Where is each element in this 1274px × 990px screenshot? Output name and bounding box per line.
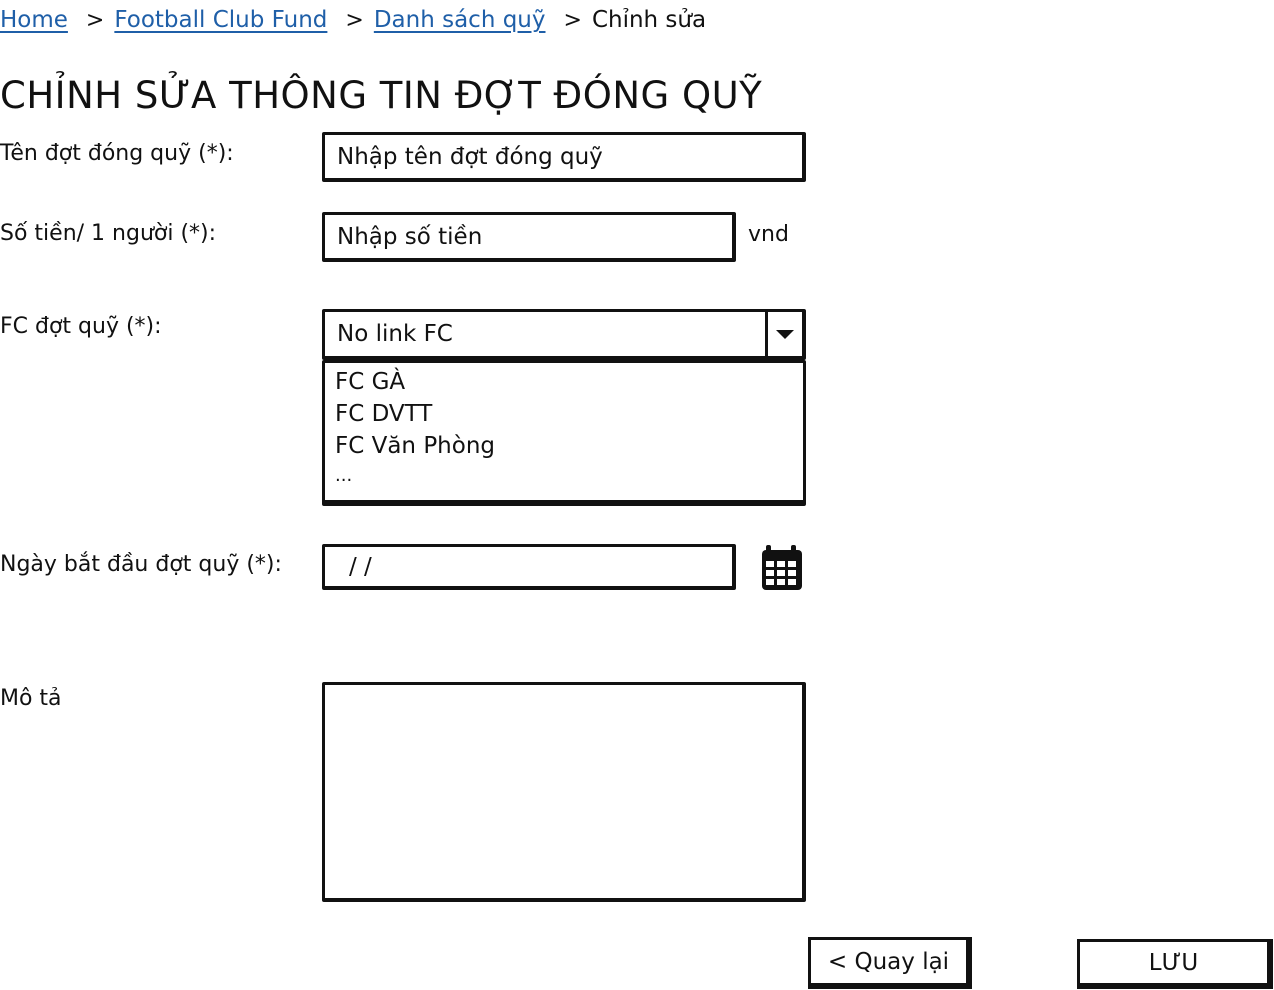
amount-unit: vnd — [748, 222, 789, 247]
start-date-value: / / — [349, 553, 372, 580]
breadcrumb-home-link[interactable]: Home — [0, 7, 68, 33]
fc-option-more[interactable]: ... — [335, 465, 352, 486]
fc-label: FC đợt quỹ (*): — [0, 314, 162, 339]
amount-label: Số tiền/ 1 người (*): — [0, 221, 217, 246]
breadcrumb-current: Chỉnh sửa — [591, 7, 707, 33]
fc-option[interactable]: FC DVTT — [335, 401, 432, 427]
start-date-input[interactable]: / / — [322, 544, 736, 590]
name-placeholder: Nhập tên đợt đóng quỹ — [337, 143, 603, 170]
fc-dropdown-list: FC GÀ FC DVTT FC Văn Phòng ... — [322, 360, 806, 506]
page-title: CHỈNH SỬA THÔNG TIN ĐỢT ĐÓNG QUỸ — [0, 74, 763, 117]
fc-selected-value: No link FC — [337, 321, 453, 347]
calendar-icon[interactable] — [760, 543, 804, 591]
breadcrumb-separator: > — [85, 7, 105, 33]
fc-select[interactable]: No link FC — [322, 309, 806, 360]
breadcrumb-list-link[interactable]: Danh sách quỹ — [374, 7, 546, 33]
chevron-down-icon[interactable] — [765, 312, 802, 356]
fc-option[interactable]: FC GÀ — [335, 369, 405, 395]
amount-placeholder: Nhập số tiền — [337, 223, 483, 250]
breadcrumb-separator: > — [563, 7, 582, 33]
start-date-label: Ngày bắt đầu đợt quỹ (*): — [0, 552, 282, 577]
breadcrumb-fund-link[interactable]: Football Club Fund — [114, 7, 327, 33]
breadcrumb: Home > Football Club Fund > Danh sách qu… — [0, 4, 706, 36]
save-button[interactable]: LƯU — [1077, 939, 1273, 989]
name-label: Tên đợt đóng quỹ (*): — [0, 141, 234, 166]
back-button[interactable]: < Quay lại — [808, 937, 972, 989]
fc-option[interactable]: FC Văn Phòng — [335, 433, 495, 459]
description-label: Mô tả — [0, 686, 62, 711]
description-textarea[interactable] — [322, 682, 806, 902]
name-input[interactable]: Nhập tên đợt đóng quỹ — [322, 132, 806, 182]
breadcrumb-separator: > — [345, 7, 364, 33]
amount-input[interactable]: Nhập số tiền — [322, 212, 736, 262]
